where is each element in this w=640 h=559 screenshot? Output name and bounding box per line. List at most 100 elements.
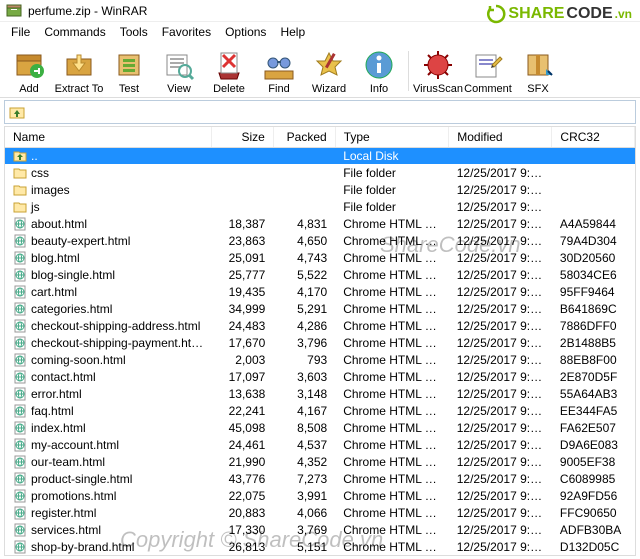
file-row[interactable]: cart.html19,4354,170Chrome HTML Do...12/…: [5, 283, 635, 300]
file-type: File folder: [335, 198, 449, 215]
file-name: cart.html: [31, 285, 77, 299]
file-size: 13,638: [211, 385, 273, 402]
html-icon: [13, 438, 27, 452]
folder-icon: [13, 200, 27, 214]
file-crc: 95FF9464: [552, 283, 635, 300]
up-folder-icon[interactable]: [9, 104, 25, 120]
file-type: Chrome HTML Do...: [335, 283, 449, 300]
file-packed: [273, 198, 335, 215]
menu-file[interactable]: File: [4, 25, 37, 39]
file-row[interactable]: jsFile folder12/25/2017 9:5...: [5, 198, 635, 215]
file-packed: [273, 181, 335, 198]
toolbar-info[interactable]: Info: [354, 43, 404, 97]
app-icon: [6, 3, 22, 19]
file-modified: 12/25/2017 9:4...: [449, 317, 552, 334]
file-row[interactable]: blog-single.html25,7775,522Chrome HTML D…: [5, 266, 635, 283]
file-name: shop-by-brand.html: [31, 540, 134, 554]
html-icon: [13, 540, 27, 554]
file-size: 23,863: [211, 232, 273, 249]
file-crc: D9A6E083: [552, 436, 635, 453]
path-bar[interactable]: [4, 100, 636, 124]
menu-commands[interactable]: Commands: [37, 25, 112, 39]
menu-options[interactable]: Options: [218, 25, 273, 39]
html-icon: [13, 285, 27, 299]
parent-folder-row[interactable]: ..Local Disk: [5, 147, 635, 164]
file-row[interactable]: register.html20,8834,066Chrome HTML Do..…: [5, 504, 635, 521]
file-type: File folder: [335, 164, 449, 181]
file-name: js: [31, 200, 40, 214]
file-crc: [552, 181, 635, 198]
file-type: Chrome HTML Do...: [335, 249, 449, 266]
file-row[interactable]: beauty-expert.html23,8634,650Chrome HTML…: [5, 232, 635, 249]
file-row[interactable]: faq.html22,2414,167Chrome HTML Do...12/2…: [5, 402, 635, 419]
column-name[interactable]: Name: [5, 127, 211, 147]
file-list[interactable]: NameSizePackedTypeModifiedCRC32 ..Local …: [4, 126, 636, 556]
column-type[interactable]: Type: [335, 127, 449, 147]
file-row[interactable]: imagesFile folder12/25/2017 9:3...: [5, 181, 635, 198]
toolbar-comment[interactable]: Comment: [463, 43, 513, 97]
file-row[interactable]: cssFile folder12/25/2017 9:4...: [5, 164, 635, 181]
file-row[interactable]: product-single.html43,7767,273Chrome HTM…: [5, 470, 635, 487]
file-modified: 12/25/2017 9:5...: [449, 368, 552, 385]
toolbar-delete[interactable]: Delete: [204, 43, 254, 97]
file-packed: 4,650: [273, 232, 335, 249]
file-row[interactable]: coming-soon.html2,003793Chrome HTML Do..…: [5, 351, 635, 368]
html-icon: [13, 268, 27, 282]
file-modified: 12/25/2017 9:5...: [449, 385, 552, 402]
file-crc: D132D05C: [552, 538, 635, 555]
file-type: Chrome HTML Do...: [335, 402, 449, 419]
toolbar-test[interactable]: Test: [104, 43, 154, 97]
file-crc: 88EB8F00: [552, 351, 635, 368]
file-row[interactable]: index.html45,0988,508Chrome HTML Do...12…: [5, 419, 635, 436]
file-modified: 12/25/2017 9:5...: [449, 504, 552, 521]
menu-tools[interactable]: Tools: [113, 25, 155, 39]
toolbar-sfx[interactable]: SFX: [513, 43, 563, 97]
file-row[interactable]: our-team.html21,9904,352Chrome HTML Do..…: [5, 453, 635, 470]
file-type: Chrome HTML Do...: [335, 232, 449, 249]
file-packed: [273, 164, 335, 181]
file-crc: 30D20560: [552, 249, 635, 266]
column-packed[interactable]: Packed: [273, 127, 335, 147]
virus-icon: [422, 49, 454, 81]
toolbar-add[interactable]: Add: [4, 43, 54, 97]
file-crc: 92A9FD56: [552, 487, 635, 504]
toolbar-virusscan[interactable]: VirusScan: [413, 43, 463, 97]
column-crc32[interactable]: CRC32: [552, 127, 635, 147]
file-row[interactable]: testimonials.html16,0323,634Chrome HTML …: [5, 555, 635, 556]
column-size[interactable]: Size: [211, 127, 273, 147]
file-modified: 12/25/2017 9:4...: [449, 436, 552, 453]
file-row[interactable]: about.html18,3874,831Chrome HTML Do...12…: [5, 215, 635, 232]
file-row[interactable]: shop-by-brand.html26,8135,151Chrome HTML…: [5, 538, 635, 555]
menu-favorites[interactable]: Favorites: [155, 25, 218, 39]
column-headers[interactable]: NameSizePackedTypeModifiedCRC32: [5, 127, 635, 147]
file-size: 25,091: [211, 249, 273, 266]
file-type: Chrome HTML Do...: [335, 436, 449, 453]
toolbar-wizard[interactable]: Wizard: [304, 43, 354, 97]
file-packed: 4,537: [273, 436, 335, 453]
file-row[interactable]: categories.html34,9995,291Chrome HTML Do…: [5, 300, 635, 317]
column-modified[interactable]: Modified: [449, 127, 552, 147]
toolbar-view[interactable]: View: [154, 43, 204, 97]
file-name: ..: [31, 149, 38, 163]
file-row[interactable]: my-account.html24,4614,537Chrome HTML Do…: [5, 436, 635, 453]
menu-help[interactable]: Help: [273, 25, 312, 39]
file-row[interactable]: checkout-shipping-payment.html17,6703,79…: [5, 334, 635, 351]
file-size: 24,483: [211, 317, 273, 334]
file-size: 25,777: [211, 266, 273, 283]
toolbar-extract-to[interactable]: Extract To: [54, 43, 104, 97]
file-name: product-single.html: [31, 472, 132, 486]
file-modified: 12/25/2017 9:5...: [449, 453, 552, 470]
toolbar-find[interactable]: Find: [254, 43, 304, 97]
file-row[interactable]: services.html17,3303,769Chrome HTML Do..…: [5, 521, 635, 538]
file-modified: 12/25/2017 9:5...: [449, 521, 552, 538]
file-size: 22,241: [211, 402, 273, 419]
file-crc: 7886DFF0: [552, 317, 635, 334]
file-row[interactable]: promotions.html22,0753,991Chrome HTML Do…: [5, 487, 635, 504]
file-crc: FA62E507: [552, 419, 635, 436]
file-modified: 12/25/2017 9:4...: [449, 555, 552, 556]
file-type: Chrome HTML Do...: [335, 521, 449, 538]
file-row[interactable]: contact.html17,0973,603Chrome HTML Do...…: [5, 368, 635, 385]
file-row[interactable]: error.html13,6383,148Chrome HTML Do...12…: [5, 385, 635, 402]
file-row[interactable]: checkout-shipping-address.html24,4834,28…: [5, 317, 635, 334]
file-row[interactable]: blog.html25,0914,743Chrome HTML Do...12/…: [5, 249, 635, 266]
